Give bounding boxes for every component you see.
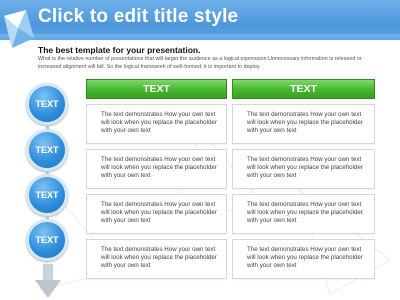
step-label: TEXT — [35, 99, 59, 109]
cell-text: The text demonstrates How your own text … — [101, 201, 217, 224]
table-cell-r2-c1[interactable]: The text demonstrates How your own text … — [86, 149, 227, 189]
table-cell-r1-c1[interactable]: The text demonstrates How your own text … — [86, 104, 227, 144]
cell-text: The text demonstrates How your own text … — [247, 201, 363, 224]
step-circle-2[interactable]: TEXT — [26, 129, 68, 171]
table-cell-r4-c2[interactable]: The text demonstrates How your own text … — [232, 239, 375, 279]
table-cell-r2-c2[interactable]: The text demonstrates How your own text … — [232, 149, 375, 189]
cell-text: The text demonstrates How your own text … — [247, 111, 363, 134]
step-label: TEXT — [35, 235, 59, 245]
step-circle-4[interactable]: TEXT — [26, 219, 68, 261]
table-cell-r1-c2[interactable]: The text demonstrates How your own text … — [232, 104, 375, 144]
column-header-2[interactable]: TEXT — [232, 79, 375, 99]
cell-text: The text demonstrates How your own text … — [101, 246, 217, 269]
cell-text: The text demonstrates How your own text … — [247, 156, 363, 179]
step-circle-3[interactable]: TEXT — [26, 174, 68, 216]
table-cell-r4-c1[interactable]: The text demonstrates How your own text … — [86, 239, 227, 279]
slide-subheading[interactable]: The best template for your presentation. — [38, 45, 200, 55]
down-arrow-icon — [35, 264, 61, 298]
cell-text: The text demonstrates How your own text … — [101, 111, 217, 134]
table-cell-r3-c2[interactable]: The text demonstrates How your own text … — [232, 194, 375, 234]
slide-title[interactable]: Click to edit title style — [38, 6, 238, 28]
step-label: TEXT — [35, 190, 59, 200]
title-bar-shadow — [0, 34, 400, 42]
column-header-1[interactable]: TEXT — [86, 79, 227, 99]
column-header-label: TEXT — [290, 83, 317, 95]
column-header-label: TEXT — [143, 83, 170, 95]
cell-text: The text demonstrates How your own text … — [247, 246, 363, 269]
table-cell-r3-c1[interactable]: The text demonstrates How your own text … — [86, 194, 227, 234]
cell-text: The text demonstrates How your own text … — [101, 156, 217, 179]
step-label: TEXT — [35, 145, 59, 155]
step-circle-1[interactable]: TEXT — [26, 83, 68, 125]
slide-description[interactable]: What is the relative number of presentat… — [38, 56, 368, 71]
